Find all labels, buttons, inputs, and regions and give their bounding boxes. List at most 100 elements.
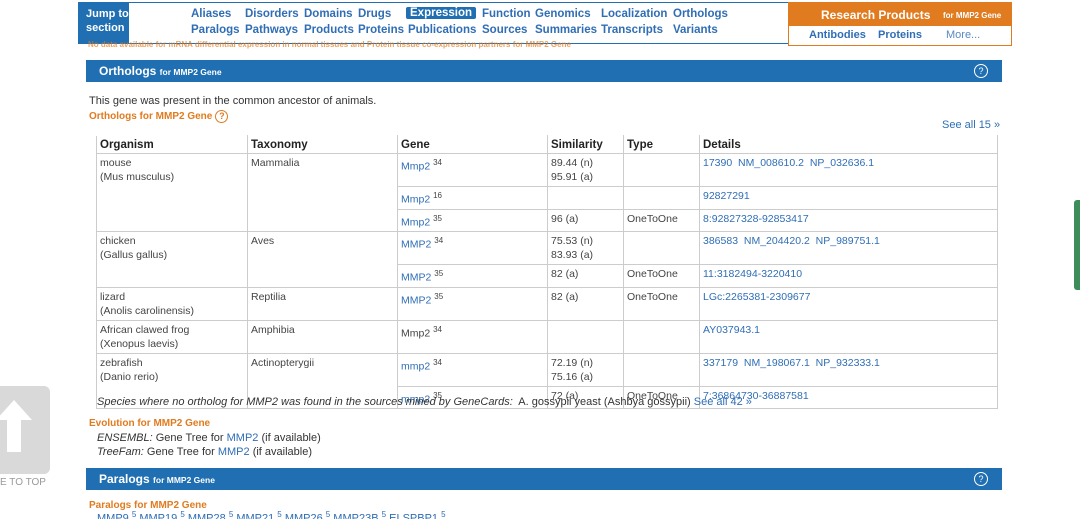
treefam-gene-link[interactable]: MMP2 [218, 446, 250, 458]
nav-pathways[interactable]: Pathways [245, 24, 298, 36]
details-link[interactable]: LGc:2265381-2309677 [703, 291, 810, 303]
taxonomy-cell: Mammalia [247, 153, 398, 232]
gene-source-sup[interactable]: 35 [433, 214, 442, 223]
nav-transcripts[interactable]: Transcripts [601, 24, 663, 36]
nav-orthologs[interactable]: Orthologs [673, 8, 728, 20]
nav-drugs[interactable]: Drugs [358, 8, 391, 20]
type-cell [623, 186, 700, 210]
gene-source-sup[interactable]: 16 [433, 191, 442, 200]
gene-source-sup[interactable]: 34 [433, 325, 442, 334]
paralog-link[interactable]: MMP23B [333, 513, 378, 519]
organism-cell: African clawed frog (Xenopus laevis) [96, 319, 248, 354]
paralog-link[interactable]: MMP21 [236, 513, 274, 519]
orthologs-see-all-link[interactable]: See all 15 » [942, 119, 1000, 131]
research-products-title: Research Products [821, 8, 931, 22]
nav-domains[interactable]: Domains [304, 8, 353, 20]
paralog-source-sup[interactable]: 5 [441, 510, 445, 519]
paralog-source-sup[interactable]: 5 [229, 510, 233, 519]
paralog-source-sup[interactable]: 5 [180, 510, 184, 519]
back-to-top-button[interactable] [0, 386, 50, 474]
research-more-link[interactable]: More... [946, 29, 980, 41]
nav-disorders[interactable]: Disorders [245, 8, 299, 20]
paralog-link[interactable]: ELSPBP1 [389, 513, 438, 519]
orthologs-table: Organism Taxonomy Gene Similarity Type D… [96, 135, 998, 409]
research-proteins-link[interactable]: Proteins [878, 29, 922, 41]
details-link[interactable]: 17390 NM_008610.2 NP_032636.1 [703, 157, 874, 169]
paralog-link[interactable]: MMP28 [188, 513, 226, 519]
treefam-line: TreeFam: Gene Tree for MMP2 (if availabl… [97, 446, 312, 458]
gene-cell: Mmp2 35 [397, 208, 548, 232]
taxonomy-cell: Amphibia [247, 319, 398, 354]
paralog-source-sup[interactable]: 5 [326, 510, 330, 519]
details-link[interactable]: AY037943.1 [703, 324, 760, 336]
organism-latin-name: (Anolis carolinensis) [100, 304, 194, 317]
details-link[interactable]: 337179 NM_198067.1 NP_932333.1 [703, 357, 880, 369]
gene-source-sup[interactable]: 35 [434, 292, 443, 301]
treefam-label: TreeFam: [97, 446, 144, 458]
orthologs-intro: This gene was present in the common ance… [89, 95, 377, 107]
details-link[interactable]: 92827291 [703, 190, 750, 202]
nav-paralogs[interactable]: Paralogs [191, 24, 240, 36]
paralog-source-sup[interactable]: 5 [277, 510, 281, 519]
gene-source-sup[interactable]: 34 [433, 358, 442, 367]
paralog-source-sup[interactable]: 5 [132, 510, 136, 519]
similarity-cell: 75.53 (n) 83.93 (a) [547, 231, 624, 265]
orthologs-subtitle-help-icon[interactable]: ? [215, 110, 229, 123]
nav-expression[interactable]: Expression [406, 7, 476, 19]
organism-cell: lizard (Anolis carolinensis) [96, 286, 248, 321]
nav-publications[interactable]: Publications [408, 24, 476, 36]
similarity-value: 89.44 (n) [551, 157, 594, 169]
gene-source-sup[interactable]: 34 [434, 236, 443, 245]
similarity-value: 82 (a) [551, 290, 579, 303]
type-cell: OneToOne [623, 286, 700, 321]
col-taxonomy: Taxonomy [247, 135, 398, 154]
section-nav: Jump to section Aliases Disorders Domain… [78, 2, 1012, 46]
col-details: Details [699, 135, 998, 154]
gene-link: Mmp2 [401, 327, 431, 339]
nav-aliases[interactable]: Aliases [191, 8, 231, 20]
details-link[interactable]: 8:92827328-92853417 [703, 213, 809, 225]
gene-link[interactable]: mmp2 [401, 360, 430, 372]
nav-localization[interactable]: Localization [601, 8, 667, 20]
details-cell: 92827291 [699, 186, 998, 210]
details-link[interactable]: 11:3182494-3220410 [703, 268, 802, 280]
nav-sources[interactable]: Sources [482, 24, 527, 36]
nav-products[interactable]: Products [304, 24, 354, 36]
gene-link[interactable]: Mmp2 [401, 161, 430, 173]
ensembl-gene-link[interactable]: MMP2 [227, 432, 259, 444]
paralog-link[interactable]: MMP19 [139, 513, 177, 519]
taxonomy-cell: Aves [247, 231, 398, 288]
nav-variants[interactable]: Variants [673, 24, 718, 36]
gene-link[interactable]: Mmp2 [401, 216, 430, 228]
organism-cell: mouse (Mus musculus) [96, 153, 248, 232]
gene-source-sup[interactable]: 35 [434, 269, 443, 278]
organism-name: chicken [100, 235, 136, 247]
gene-link[interactable]: MMP2 [401, 294, 431, 306]
paralog-link[interactable]: MMP26 [285, 513, 323, 519]
paralog-source-sup[interactable]: 5 [382, 510, 386, 519]
gene-link[interactable]: MMP2 [401, 272, 431, 284]
nav-summaries[interactable]: Summaries [535, 24, 597, 36]
nav-genomics[interactable]: Genomics [535, 8, 591, 20]
gene-source-sup[interactable]: 34 [433, 158, 442, 167]
details-cell: AY037943.1 [699, 319, 998, 354]
paralog-link[interactable]: MMP9 [97, 513, 129, 519]
ensembl-if-available: (if available) [261, 432, 321, 444]
paralogs-help-icon[interactable]: ? [974, 472, 988, 486]
details-link[interactable]: 386583 NM_204420.2 NP_989751.1 [703, 235, 880, 247]
taxonomy-cell: Reptilia [247, 286, 398, 321]
nav-function[interactable]: Function [482, 8, 531, 20]
gene-link[interactable]: MMP2 [401, 239, 431, 251]
species-see-all-link[interactable]: See all 42 » [694, 396, 752, 408]
gene-link[interactable]: Mmp2 [401, 194, 430, 206]
nav-proteins[interactable]: Proteins [358, 24, 404, 36]
orthologs-title-suffix: for MMP2 Gene [159, 67, 222, 77]
type-cell [623, 231, 700, 265]
table-row: lizard (Anolis carolinensis) Reptilia MMP2 … [96, 286, 998, 321]
species-note-line: Species where no ortholog for MMP2 was f… [97, 396, 752, 408]
research-antibodies-link[interactable]: Antibodies [809, 29, 866, 41]
feedback-side-tab[interactable] [1074, 200, 1080, 290]
orthologs-help-icon[interactable]: ? [974, 64, 988, 78]
table-row: African clawed frog (Xenopus laevis) Amphi… [96, 319, 998, 354]
type-cell: OneToOne [623, 208, 700, 232]
